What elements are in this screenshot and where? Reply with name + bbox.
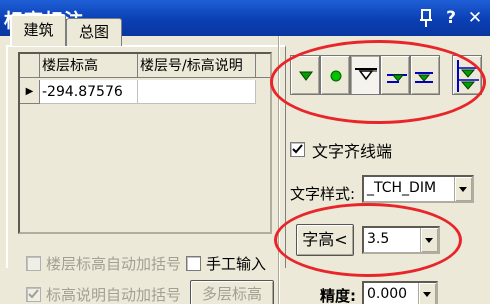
precision-value: 0.000 bbox=[367, 286, 408, 302]
text-align-checkbox[interactable] bbox=[290, 142, 305, 157]
solid-triangle-icon[interactable] bbox=[290, 55, 320, 95]
multi-floor-elevation-button[interactable]: 多层标高 bbox=[190, 280, 274, 304]
hollow-triangle-icon[interactable] bbox=[350, 55, 380, 95]
left-leader-triangle-icon[interactable] bbox=[380, 55, 410, 95]
table-row[interactable]: ▶ -294.87576 bbox=[20, 80, 270, 104]
circle-icon[interactable] bbox=[320, 55, 350, 95]
precision-label: 精度: bbox=[320, 287, 356, 304]
close-button[interactable]: ✕ bbox=[464, 7, 486, 29]
table-header: 楼层标高 楼层号/标高说明 bbox=[20, 54, 270, 78]
precision-select[interactable]: 0.000 bbox=[362, 281, 438, 304]
column-header-floor-note: 楼层号/标高说明 bbox=[138, 54, 256, 78]
column-header-elevation: 楼层标高 bbox=[40, 54, 138, 78]
elevation-cell[interactable]: -294.87576 bbox=[40, 80, 138, 104]
tab-general-map[interactable]: 总图 bbox=[66, 18, 122, 46]
double-triangle-icon[interactable] bbox=[452, 55, 482, 95]
manual-input-checkbox[interactable] bbox=[186, 256, 201, 271]
text-style-select[interactable]: _TCH_DIM bbox=[362, 175, 474, 203]
auto-bracket-note-label: 标高说明自动加括号 bbox=[46, 286, 182, 304]
chevron-down-icon[interactable] bbox=[420, 228, 438, 252]
auto-bracket-note-checkbox[interactable] bbox=[26, 287, 41, 302]
font-height-value: 3.5 bbox=[367, 231, 390, 247]
text-style-value: _TCH_DIM bbox=[367, 180, 437, 196]
row-header-corner bbox=[20, 54, 40, 78]
floor-note-cell[interactable] bbox=[138, 80, 256, 104]
manual-input-label: 手工输入 bbox=[206, 255, 267, 273]
right-leader-triangle-icon[interactable] bbox=[410, 55, 440, 95]
chevron-down-icon[interactable] bbox=[454, 177, 472, 201]
text-align-label: 文字齐线端 bbox=[312, 142, 393, 161]
auto-bracket-floor-label: 楼层标高自动加括号 bbox=[46, 255, 182, 273]
row-selector-icon[interactable]: ▶ bbox=[20, 80, 40, 104]
font-height-button[interactable]: 字高< bbox=[296, 224, 354, 256]
text-style-label: 文字样式: bbox=[290, 185, 356, 203]
help-button[interactable]: ? bbox=[440, 7, 462, 29]
chevron-down-icon[interactable] bbox=[418, 283, 436, 304]
font-height-select[interactable]: 3.5 bbox=[362, 226, 440, 254]
auto-bracket-floor-checkbox[interactable] bbox=[26, 256, 41, 271]
panel-divider bbox=[278, 36, 280, 304]
elevation-table[interactable]: 楼层标高 楼层号/标高说明 ▶ -294.87576 bbox=[18, 52, 272, 234]
tab-building[interactable]: 建筑 bbox=[10, 14, 66, 46]
pin-icon[interactable] bbox=[415, 7, 437, 29]
